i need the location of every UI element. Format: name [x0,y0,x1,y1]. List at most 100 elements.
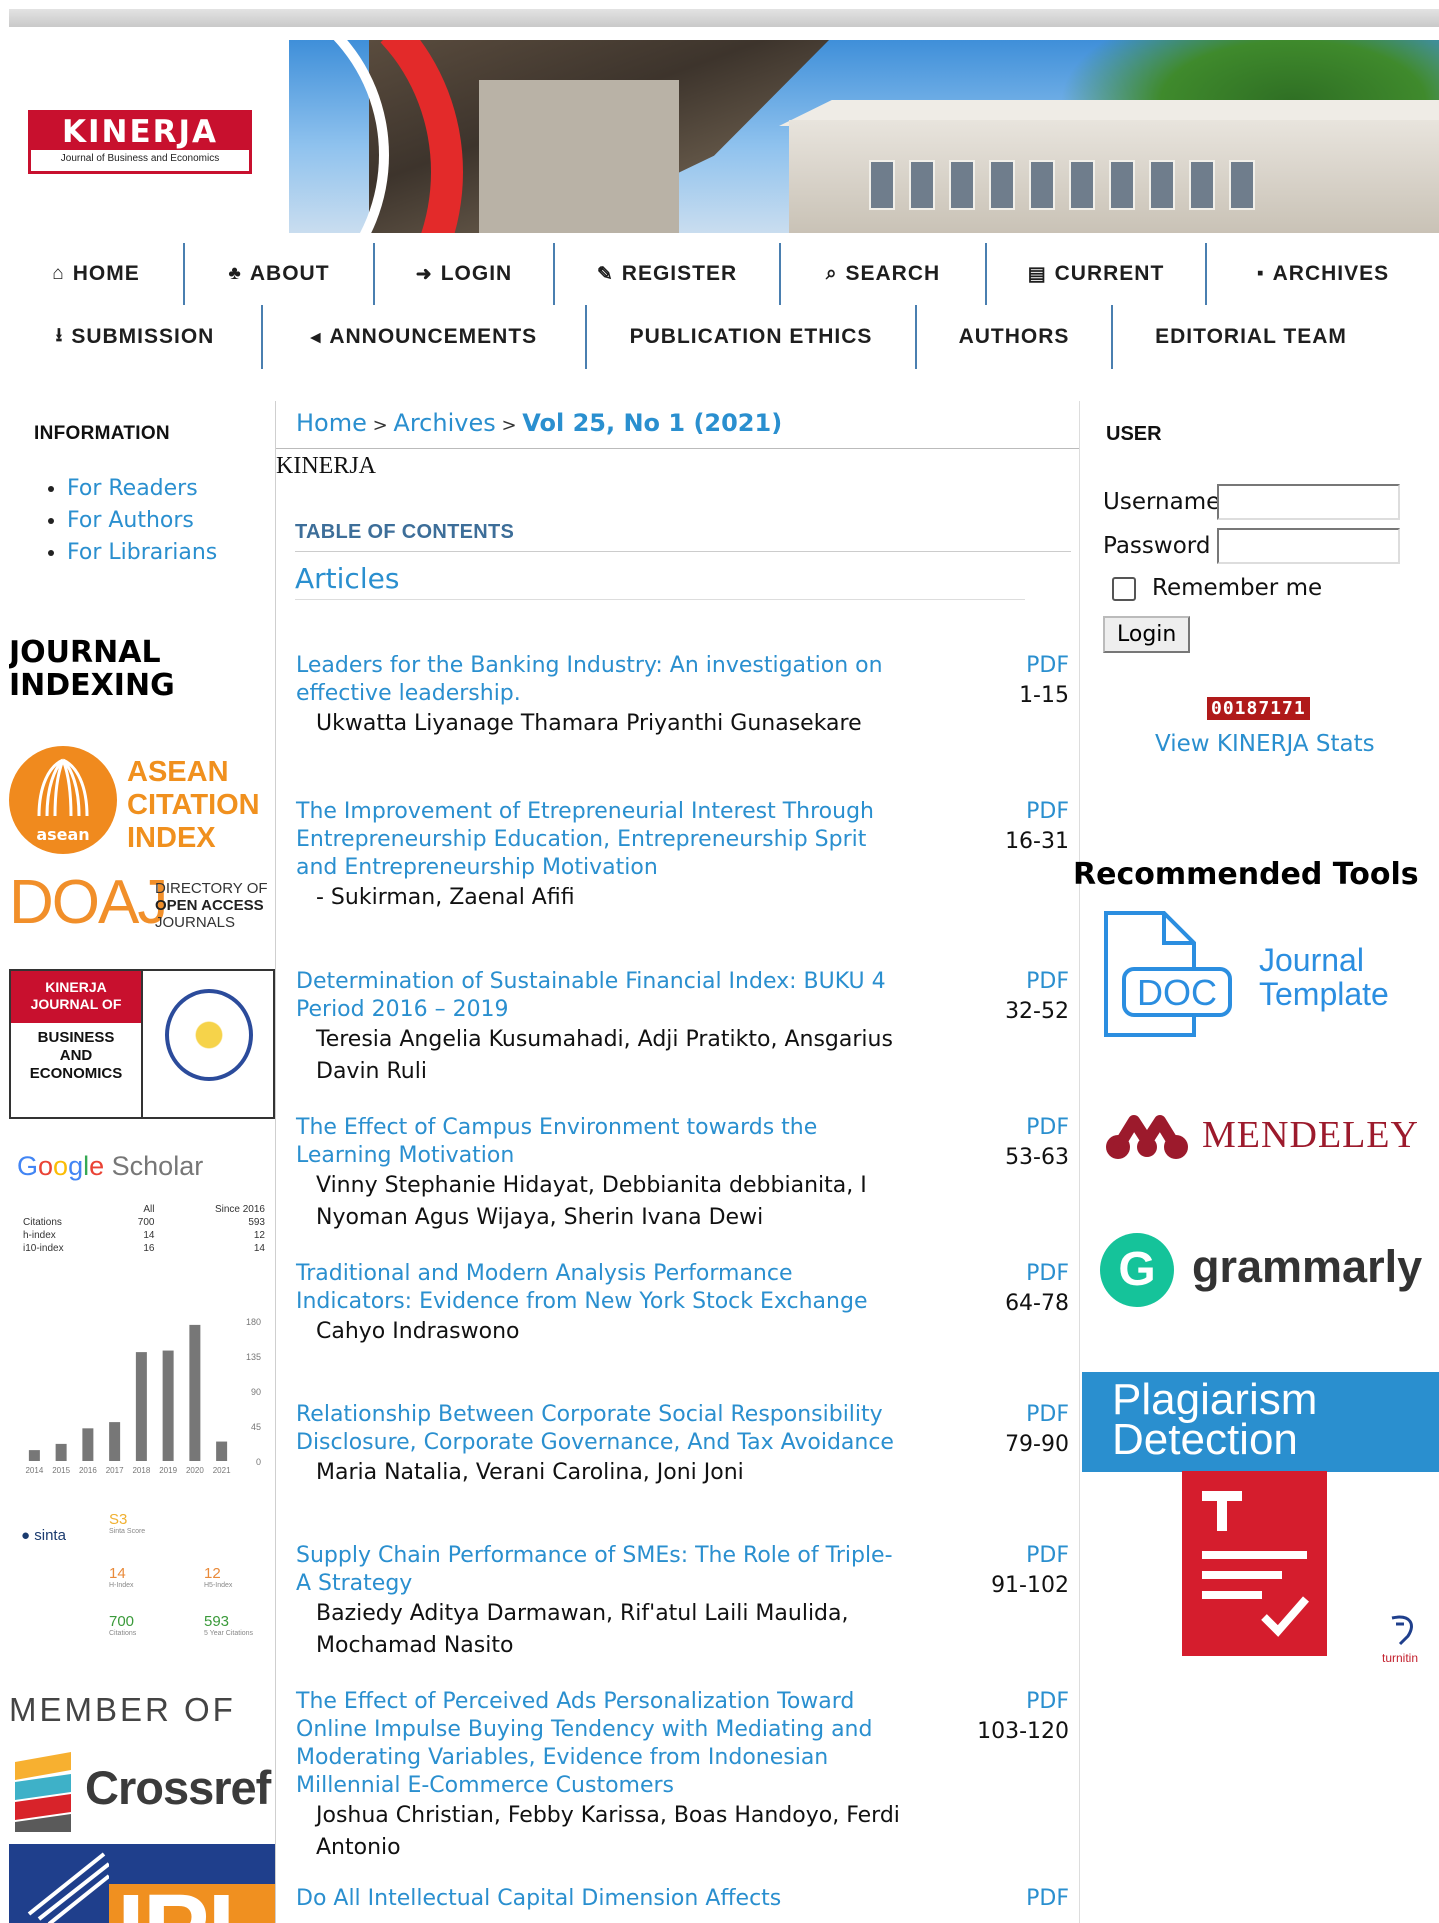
banner-window [989,160,1015,210]
nav-authors[interactable]: AUTHORS [917,305,1113,369]
journal-template-text: Journal Template [1259,943,1389,1011]
journal-template-link[interactable]: DOC Journal Template [1094,909,1434,1039]
nav-submission[interactable]: ⭳ SUBMISSION [9,305,263,369]
jt-line-2: Template [1259,976,1389,1012]
article-title-link[interactable]: The Effect of Perceived Ads Personalizat… [296,1688,896,1800]
citations-bar-chart: 0 45 90 135 180 2014 2015 2016 2017 2018 2019 2020 2… [25,1317,261,1475]
site-logo[interactable]: KINERJA Journal of Business and Economic… [28,110,252,174]
turnitin-logo[interactable]: turnitin [1382,1614,1422,1665]
sinta-score: S3 Sinta Score [109,1511,145,1535]
breadcrumb-archives[interactable]: Archives [393,409,495,437]
ipi-logo[interactable]: IPI [9,1844,275,1923]
chart-bar [189,1324,201,1461]
asean-line-2: CITATION [127,789,260,821]
top-scroll-bar [9,9,1439,27]
logo-subtitle: Journal of Business and Economics [60,153,220,164]
article-pdf-link[interactable]: PDF [1026,1401,1069,1429]
sinta-logo-text: sinta [34,1527,66,1544]
article-authors: Baziedy Aditya Darmawan, Rif'atul Laili … [316,1601,849,1658]
link-for-readers[interactable]: For Readers [67,476,198,501]
crossref-logo[interactable]: Crossref [9,1746,275,1836]
article-title-link[interactable]: Relationship Between Corporate Social Re… [296,1401,896,1457]
article-title-link[interactable]: The Effect of Campus Environment towards… [296,1114,896,1170]
article-title-link[interactable]: Do All Intellectual Capital Dimension Af… [296,1885,896,1913]
mendeley-link[interactable]: MENDELEY [1102,1107,1432,1171]
mendeley-word: MENDELEY [1202,1114,1419,1156]
nav-publication-ethics[interactable]: PUBLICATION ETHICS [587,305,917,369]
asean-text: ASEAN CITATION INDEX [127,756,260,855]
nav-current[interactable]: ▤ CURRENT [987,243,1207,305]
article-authors: Vinny Stephanie Hidayat, Debbianita debb… [316,1173,867,1230]
kinerja-journal-badge[interactable]: KINERJA JOURNAL OF BUSINESS AND ECONOMIC… [9,969,275,1119]
nav-current-label: CURRENT [1054,262,1165,285]
nav-home[interactable]: ⌂ HOME [9,243,185,305]
grammarly-link[interactable]: G grammarly [1100,1231,1439,1311]
link-for-authors[interactable]: For Authors [67,508,194,533]
article-pdf-link[interactable]: PDF [1026,652,1069,680]
username-input[interactable] [1217,484,1400,520]
nav-register[interactable]: ✎ REGISTER [555,243,781,305]
article-title-link[interactable]: Leaders for the Banking Industry: An inv… [296,652,896,708]
view-stats-link[interactable]: View KINERJA Stats [1155,731,1375,757]
article-pdf-link[interactable]: PDF [1026,1542,1069,1570]
article-pdf-link[interactable]: PDF [1026,1114,1069,1142]
nav-archives[interactable]: ▪ ARCHIVES [1207,243,1439,305]
journal-indexing-heading: JOURNAL INDEXING [9,636,175,702]
password-input[interactable] [1217,528,1400,564]
article-authors: Cahyo Indraswono [316,1319,520,1344]
sidebar-border [1079,401,1080,1923]
doc-label: DOC [1137,972,1217,1013]
remember-me-checkbox[interactable] [1112,577,1136,601]
article-title-link[interactable]: Traditional and Modern Analysis Performa… [296,1260,896,1316]
plagiarism-line-1: Plagiarism [1112,1375,1318,1424]
banner-window [909,160,935,210]
article-entry: Do All Intellectual Capital Dimension Af… [296,1885,1076,1913]
table-of-contents-heading: TABLE OF CONTENTS [295,521,515,543]
plagiarism-text: Plagiarism Detection [1112,1375,1318,1462]
information-heading: INFORMATION [34,423,170,444]
article-pdf-link[interactable]: PDF [1026,968,1069,996]
table-cell: 593 [248,1217,265,1228]
asean-emblem-icon: asean [9,746,117,854]
doaj-logo[interactable]: DOAJ DIRECTORY OF OPEN ACCESS JOURNALS [9,872,275,936]
sinta-hindex-label: H-Index [109,1582,134,1589]
university-seal-icon [165,989,253,1081]
nav-about[interactable]: ♣ ABOUT [185,243,375,305]
article-pdf-link[interactable]: PDF [1026,1688,1069,1716]
plagiarism-detection-link[interactable]: Plagiarism Detection [1082,1372,1439,1472]
bullhorn-icon: ◂ [310,326,322,348]
table-header [19,1203,112,1216]
doaj-letters: DOAJ [9,868,168,937]
member-of-heading: MEMBER OF [9,1691,236,1728]
link-for-librarians[interactable]: For Librarians [67,540,217,565]
article-title-link[interactable]: Supply Chain Performance of SMEs: The Ro… [296,1542,896,1598]
nav-announcements[interactable]: ◂ ANNOUNCEMENTS [263,305,587,369]
nav-search-label: SEARCH [845,262,941,285]
table-row: Citations 700 593 [19,1216,269,1229]
breadcrumb: Home > Archives > Vol 25, No 1 (2021) [296,409,782,437]
nav-editorial-team[interactable]: EDITORIAL TEAM [1113,305,1389,369]
breadcrumb-current[interactable]: Vol 25, No 1 (2021) [522,409,782,437]
nav-search[interactable]: ⌕ SEARCH [781,243,987,305]
sinta-widget[interactable]: ● sinta S3 Sinta Score 14 H-Index 12 H5-Ind… [9,1503,275,1663]
login-button[interactable]: Login [1103,616,1191,653]
asean-citation-index-logo[interactable]: asean ASEAN CITATION INDEX [9,746,275,856]
home-icon: ⌂ [52,263,65,284]
grammarly-word: grammarly [1192,1241,1423,1292]
article-entry: The Effect of Campus Environment towards… [296,1114,1076,1234]
asean-line-3: INDEX [127,822,216,854]
article-pdf-link[interactable]: PDF [1026,1260,1069,1288]
article-pages: 16-31 [1005,829,1069,854]
list-item: For Readers [67,473,217,505]
article-title-link[interactable]: The Improvement of Etrepreneurial Intere… [296,798,896,882]
article-pdf-link[interactable]: PDF [1026,1885,1069,1913]
article-pdf-link[interactable]: PDF [1026,798,1069,826]
nav-login[interactable]: ➜ LOGIN [375,243,555,305]
chart-x-tick: 2016 [79,1466,97,1475]
table-cell: i10-index [23,1243,64,1254]
banner-window [1029,160,1055,210]
article-title-link[interactable]: Determination of Sustainable Financial I… [296,968,896,1024]
article-pages: 91-102 [991,1573,1069,1598]
breadcrumb-home[interactable]: Home [296,409,367,437]
brand-letter: G [17,1151,39,1181]
